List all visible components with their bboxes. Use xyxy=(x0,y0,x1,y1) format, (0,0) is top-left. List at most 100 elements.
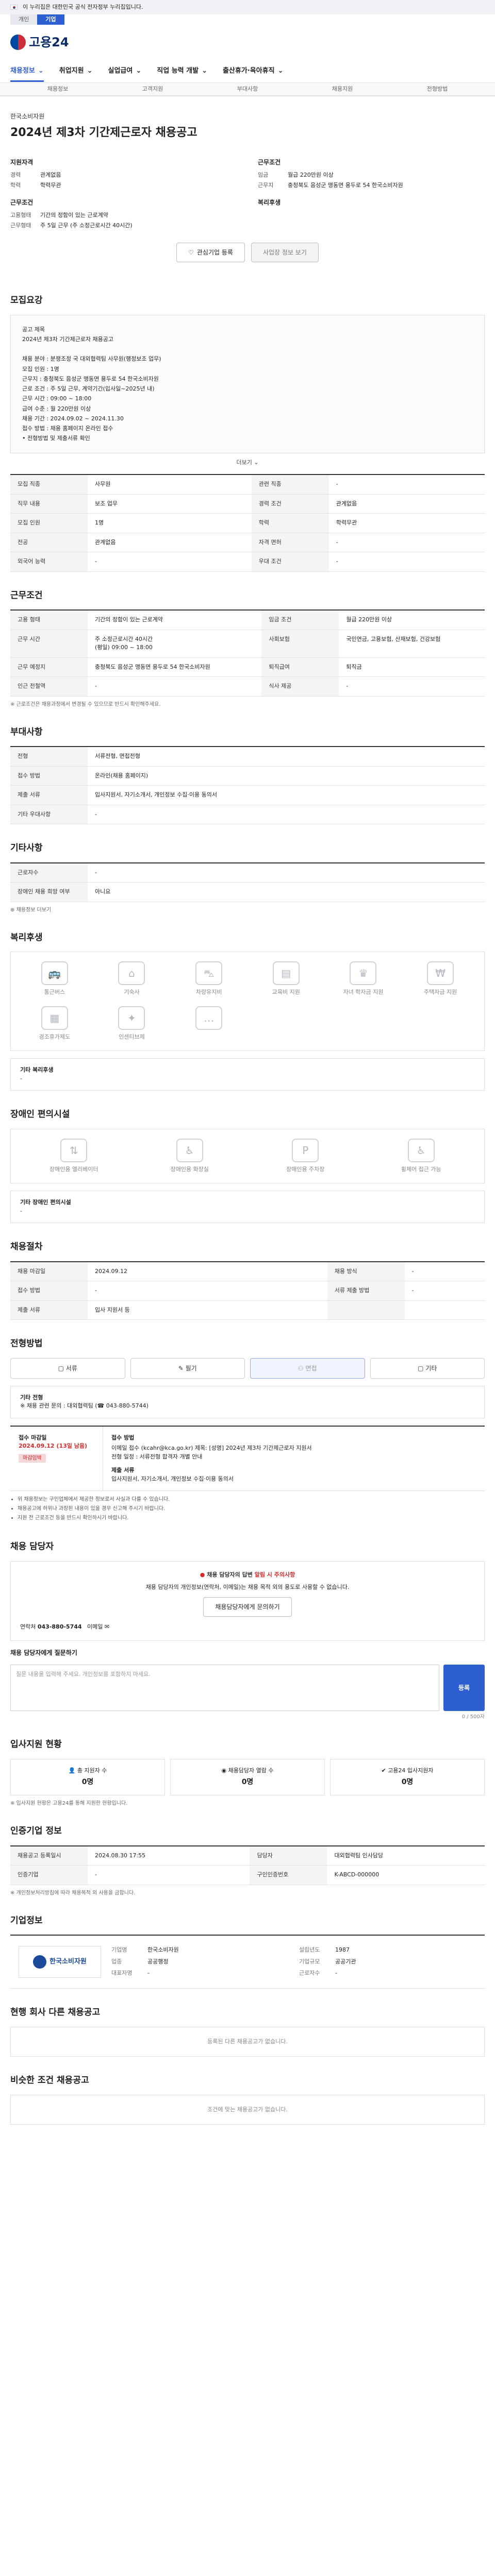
summary-value: 관계없음 xyxy=(40,172,61,178)
cap-icon: ♛ xyxy=(350,961,377,985)
welfare-item: ⛍ 차량유지비 xyxy=(170,961,248,997)
subnav-item[interactable]: 채용정보 xyxy=(10,85,105,94)
company-info-button[interactable]: 사업장 정보 보기 xyxy=(251,243,319,262)
table-row: 고용 형태 기간의 정함이 있는 근로계약 임금 조건 월급 220만원 이상 xyxy=(10,610,485,630)
site-header: 고용24 채용정보 ⌄ 취업지원 ⌄ 실업급여 ⌄ 직업 능력 개발 ⌄ 출산휴가·육아… xyxy=(0,25,495,96)
more-info-link[interactable]: ⊕ 채용정보 더보기 xyxy=(10,906,485,914)
status-cards: 👤 총 지원자 수 0명 ◉ 채용담당자 열람 수 0명 ✔ 고용24 입사지원자 0… xyxy=(10,1758,485,1795)
disability-grid: ⇅ 장애인용 엘리베이터 ♿ 장애인용 화장실 P 장애인용 주차장 ♿ 휠체어 접근 … xyxy=(10,1128,485,1183)
table-row: 장애인 채용 희망 여부 아니요 xyxy=(10,882,485,902)
welfare-note: 기타 복리후생 - xyxy=(10,1058,485,1091)
apply-period: 접수 마감일 2024.09.12 (13일 남음) 마감임박 접수 방법 이메… xyxy=(10,1425,485,1491)
table-row: 외국어 능력 - 우대 조건 - xyxy=(10,552,485,572)
summary-key: 근무형태 xyxy=(10,222,31,229)
facility-item: ⇅ 장애인용 엘리베이터 xyxy=(16,1138,132,1174)
company-logo: 한국소비자원 xyxy=(19,1946,101,1978)
more-link[interactable]: 더보기 ⌄ xyxy=(10,459,485,467)
favorite-company-button[interactable]: ♡ 관심기업 등록 xyxy=(176,243,245,262)
email-icon: ✉ xyxy=(104,1623,110,1630)
tab-personal[interactable]: 개인 xyxy=(10,14,38,25)
main-content: 한국소비자원 2024년 제3차 기간제근로자 채용공고 지원자격 경력 관계없음… xyxy=(10,96,485,2145)
chevron-down-icon: ⌄ xyxy=(202,67,207,75)
table-row: 전공 관계없음 자격 면허 - xyxy=(10,533,485,552)
tab-company[interactable]: 기업 xyxy=(37,14,64,25)
welfare-section: 복리후생 🚌 통근버스 ⌂ 기숙사 ⛍ 차량유지비 ▤ 교육비 지원 ♛ 자녀 학자금 지… xyxy=(10,931,485,1091)
process-section: 채용절차 채용 마감일 2024.09.12 채용 방식 - 접수 방법 - 서류 제출 … xyxy=(10,1241,485,1320)
documents-text: 입사지원서, 자기소개서, 개인정보 수집·이용 동의서 xyxy=(111,1475,234,1482)
method-step: ⚇ 면접 xyxy=(250,1358,365,1379)
nav-job-support[interactable]: 취업지원 ⌄ xyxy=(59,66,93,76)
table-row: 제출 서류 입사 지원서 등 xyxy=(10,1300,485,1320)
same-company-section: 현행 회사 다른 채용공고 등록된 다른 채용공고가 없습니다. xyxy=(10,2006,485,2057)
method-note: 기타 전형 ※ 채용 관련 문의 : 대외협력팀 (☎ 043-880-5744) xyxy=(10,1385,485,1418)
welfare-item: ▤ 교육비 지원 xyxy=(248,961,325,997)
summary-key: 학력 xyxy=(10,181,21,189)
table-row: 직무 내용 보조 업무 경력 조건 관계없음 xyxy=(10,494,485,514)
apply-method-label: 접수 방법 xyxy=(111,1434,135,1441)
gov-notice: 이 누리집은 대한민국 공식 전자정부 누리집입니다. xyxy=(23,3,143,10)
car-icon: ⛍ xyxy=(195,961,223,985)
section-title: 장애인 편의시설 xyxy=(10,1109,70,1120)
nav-leave[interactable]: 출산휴가·육아휴직 ⌄ xyxy=(223,66,284,76)
table-row: 기타 우대사항 - xyxy=(10,805,485,824)
table-row: 인근 전철역 - 식사 제공 - xyxy=(10,676,485,697)
etc-icon: ▢ xyxy=(418,1364,424,1372)
etc-icon: … xyxy=(195,1006,223,1030)
toilet-icon: ♿ xyxy=(176,1138,203,1162)
deadline-label: 접수 마감일 xyxy=(19,1434,47,1441)
question-textarea[interactable]: 질문 내용을 입력해 주세요. 개인정보를 포함하지 마세요. xyxy=(10,1665,439,1711)
table-row: 근무 시간 주 소정근로시간 40시간 (평일) 09:00 ~ 18:00 사회보… xyxy=(10,630,485,658)
registration-table: 채용공고 등록일시 2024.08.30 17:55 담당자 대외협력팀 인사담당 인… xyxy=(10,1845,485,1885)
subnav-item[interactable]: 채용지원 xyxy=(295,85,390,94)
method-step: ✎ 필기 xyxy=(130,1358,245,1379)
status-card: ✔ 고용24 입사지원자 0명 xyxy=(330,1758,485,1795)
section-title: 인증기업 정보 xyxy=(10,1826,62,1836)
extra-table: 전형 서류전형, 면접전형 접수 방법 온라인(채용 홈페이지) 제출 서류 입사지원… xyxy=(10,746,485,824)
list-item: 채용공고에 허위나 과장된 내용이 있을 경우 신고해 주시기 바랍니다. xyxy=(18,1504,485,1514)
person-icon: 👤 xyxy=(68,1767,76,1774)
nav-unemployment[interactable]: 실업급여 ⌄ xyxy=(108,66,142,76)
welfare-item: 🚌 통근버스 xyxy=(16,961,93,997)
eye-icon: ◉ xyxy=(221,1767,227,1774)
welfare-grid: 🚌 통근버스 ⌂ 기숙사 ⛍ 차량유지비 ▤ 교육비 지원 ♛ 자녀 학자금 지원 ₩ 주택… xyxy=(10,952,485,1051)
status-card: ◉ 채용담당자 열람 수 0명 xyxy=(170,1758,325,1795)
summary-key: 고용형태 xyxy=(10,212,31,218)
section-title: 모집요강 xyxy=(10,295,43,306)
send-button[interactable]: 등록 xyxy=(443,1665,485,1711)
table-row: 모집 직종 사무원 관련 직종 - xyxy=(10,474,485,495)
nav-recruit[interactable]: 채용정보 ⌄ xyxy=(10,66,44,82)
company-name: 한국소비자원 xyxy=(10,113,45,120)
section-title: 부대사항 xyxy=(10,726,43,737)
contact-button[interactable]: 채용담당자에게 문의하기 xyxy=(203,1597,292,1617)
section-title: 채용 담당자 xyxy=(10,1541,54,1552)
subnav-item[interactable]: 전형방법 xyxy=(390,85,485,94)
deadline-badge: 마감임박 xyxy=(19,1453,46,1463)
welfare-item: ₩ 주택자금 지원 xyxy=(402,961,479,997)
gov-banner: 이 누리집은 대한민국 공식 전자정부 누리집입니다. xyxy=(0,0,495,14)
subnav-item[interactable]: 고객지원 xyxy=(105,85,200,94)
summary-heading: 복리후생 xyxy=(258,199,281,206)
coin-icon: ₩ xyxy=(427,961,454,985)
document-icon: ▢ xyxy=(58,1364,64,1372)
summary-heading: 근무조건 xyxy=(10,199,34,206)
book-icon: ▤ xyxy=(272,961,300,985)
summary-heading: 근무조건 xyxy=(258,159,281,166)
site-logo[interactable]: 고용24 xyxy=(10,33,69,52)
user-type-tabs: 개인 기업 xyxy=(10,14,485,25)
table-row: 접수 방법 - 서류 제출 방법 - xyxy=(10,1281,485,1301)
other-section: 기타사항 근로자수 - 장애인 채용 희망 여부 아니요 ⊕ 채용정보 더보기 xyxy=(10,842,485,914)
company-info: 기업명 한국소비자원 설립년도 1987 업종 공공행정 기업규모 공공기관 대표자명 -… xyxy=(111,1946,356,1977)
section-title: 현행 회사 다른 채용공고 xyxy=(10,2007,101,2018)
people-icon: ⚇ xyxy=(298,1364,304,1372)
summary-value: 월급 220만원 이상 xyxy=(288,172,334,178)
sub-nav: 채용정보 고객지원 부대사항 채용지원 전형방법 xyxy=(0,82,495,96)
subnav-item[interactable]: 부대사항 xyxy=(200,85,295,94)
method-steps: ▢ 서류 ✎ 필기 ⚇ 면접 ▢ 기타 xyxy=(10,1358,485,1379)
conditions-note: ※ 근로조건은 채용과정에서 변경될 수 있으므로 반드시 확인해주세요. xyxy=(10,701,161,707)
apply-method-text: 이메일 접수 (kcahr@kca.go.kr) 제목: [성명] 2024년 … xyxy=(111,1445,312,1460)
section-title: 입사지원 현황 xyxy=(10,1739,62,1750)
conditions-section: 근무조건 고용 형태 기간의 정함이 있는 근로계약 임금 조건 월급 220만원 이… xyxy=(10,589,485,708)
nav-training[interactable]: 직업 능력 개발 ⌄ xyxy=(157,66,207,76)
section-title: 전형방법 xyxy=(10,1338,43,1349)
empty-state: 조건에 맞는 채용공고가 없습니다. xyxy=(10,2094,485,2125)
